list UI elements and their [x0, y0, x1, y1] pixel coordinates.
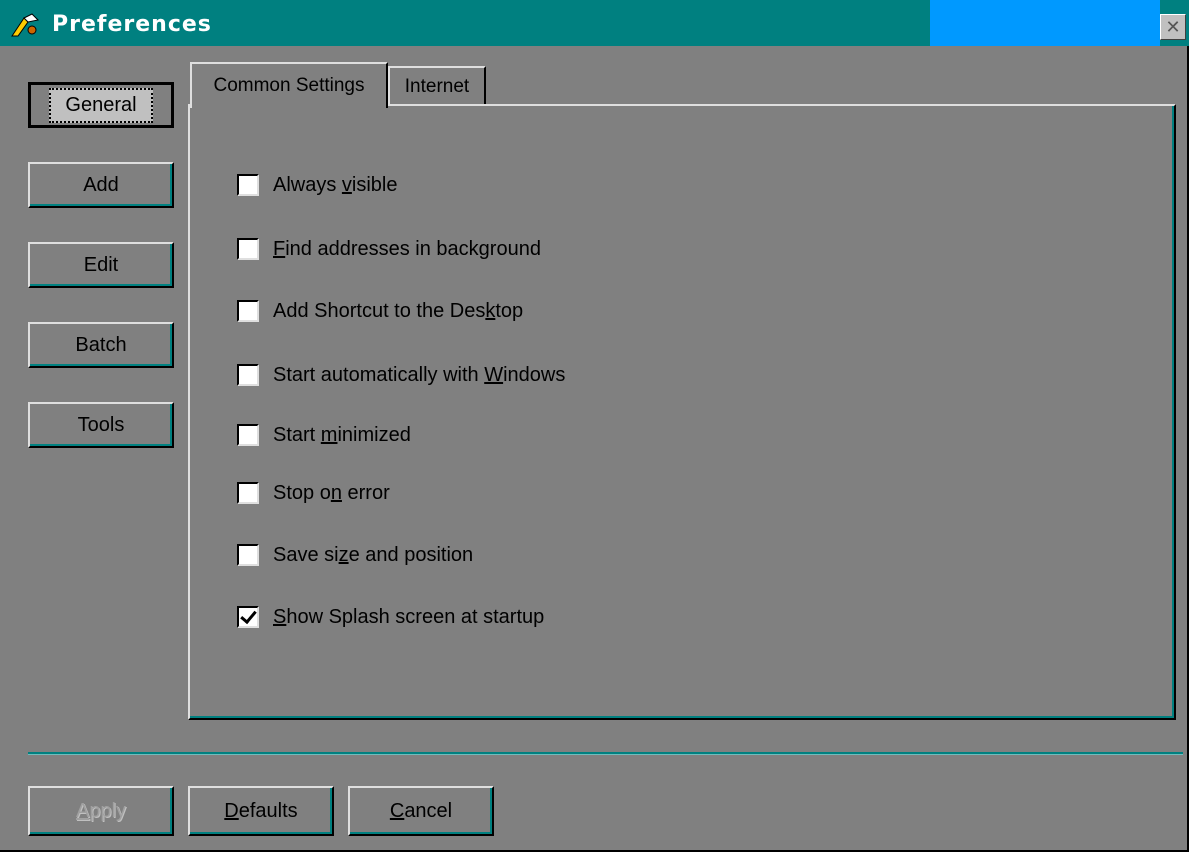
option-always-visible[interactable]: Always visible	[237, 172, 397, 198]
option-label: Start automatically with Windows	[273, 363, 566, 386]
option-label: Save size and position	[273, 543, 474, 566]
sidebar-item-label: Tools	[77, 413, 125, 436]
checkbox[interactable]	[237, 238, 259, 260]
checkbox[interactable]	[237, 482, 259, 504]
checkbox[interactable]	[237, 606, 259, 628]
button-label: Defaults	[224, 799, 298, 822]
checkbox[interactable]	[237, 544, 259, 566]
sidebar-item-edit[interactable]: Edit	[28, 242, 174, 288]
button-label: Cancel	[389, 799, 453, 822]
sidebar-item-label: Batch	[75, 333, 127, 356]
checkbox[interactable]	[237, 364, 259, 386]
sidebar-item-label: General	[49, 87, 153, 123]
window-title: Preferences	[52, 12, 212, 37]
title-bar-accent	[930, 0, 1160, 46]
option-label: Find addresses in background	[273, 237, 541, 260]
tab-internet[interactable]: Internet	[388, 66, 486, 106]
sidebar-item-tools[interactable]: Tools	[28, 402, 174, 448]
option-show-splash[interactable]: Show Splash screen at startup	[237, 604, 544, 630]
wizard-icon	[11, 13, 40, 37]
sidebar-item-add[interactable]: Add	[28, 162, 174, 208]
close-icon[interactable]: ✕	[1160, 14, 1186, 40]
apply-button[interactable]: Apply	[28, 786, 174, 836]
option-label: Always visible	[273, 173, 398, 196]
tab-label: Internet	[404, 76, 470, 97]
button-label: Apply	[75, 799, 127, 822]
option-desktop-shortcut[interactable]: Add Shortcut to the Desktop	[237, 298, 523, 324]
sidebar-item-general[interactable]: General	[28, 82, 174, 128]
checkbox[interactable]	[237, 174, 259, 196]
title-bar[interactable]: Preferences ✕	[0, 0, 1189, 46]
option-start-with-windows[interactable]: Start automatically with Windows	[237, 362, 565, 388]
sidebar-item-batch[interactable]: Batch	[28, 322, 174, 368]
cancel-button[interactable]: Cancel	[348, 786, 494, 836]
checkbox[interactable]	[237, 300, 259, 322]
sidebar-item-label: Edit	[83, 253, 119, 276]
option-label: Show Splash screen at startup	[273, 605, 545, 628]
checkbox[interactable]	[237, 424, 259, 446]
option-stop-on-error[interactable]: Stop on error	[237, 480, 390, 506]
tab-label: Common Settings	[213, 75, 365, 96]
sidebar-item-label: Add	[83, 173, 119, 196]
defaults-button[interactable]: Defaults	[188, 786, 334, 836]
option-label: Add Shortcut to the Desktop	[273, 299, 524, 322]
preferences-window: Preferences ✕ General Add Edit Batch Too…	[0, 0, 1189, 852]
option-label: Start minimized	[273, 423, 411, 446]
option-find-addresses[interactable]: Find addresses in background	[237, 236, 541, 262]
separator	[28, 752, 1183, 755]
option-start-minimized[interactable]: Start minimized	[237, 422, 411, 448]
option-label: Stop on error	[273, 481, 390, 504]
tab-common-settings[interactable]: Common Settings	[190, 62, 388, 108]
option-save-size-position[interactable]: Save size and position	[237, 542, 473, 568]
